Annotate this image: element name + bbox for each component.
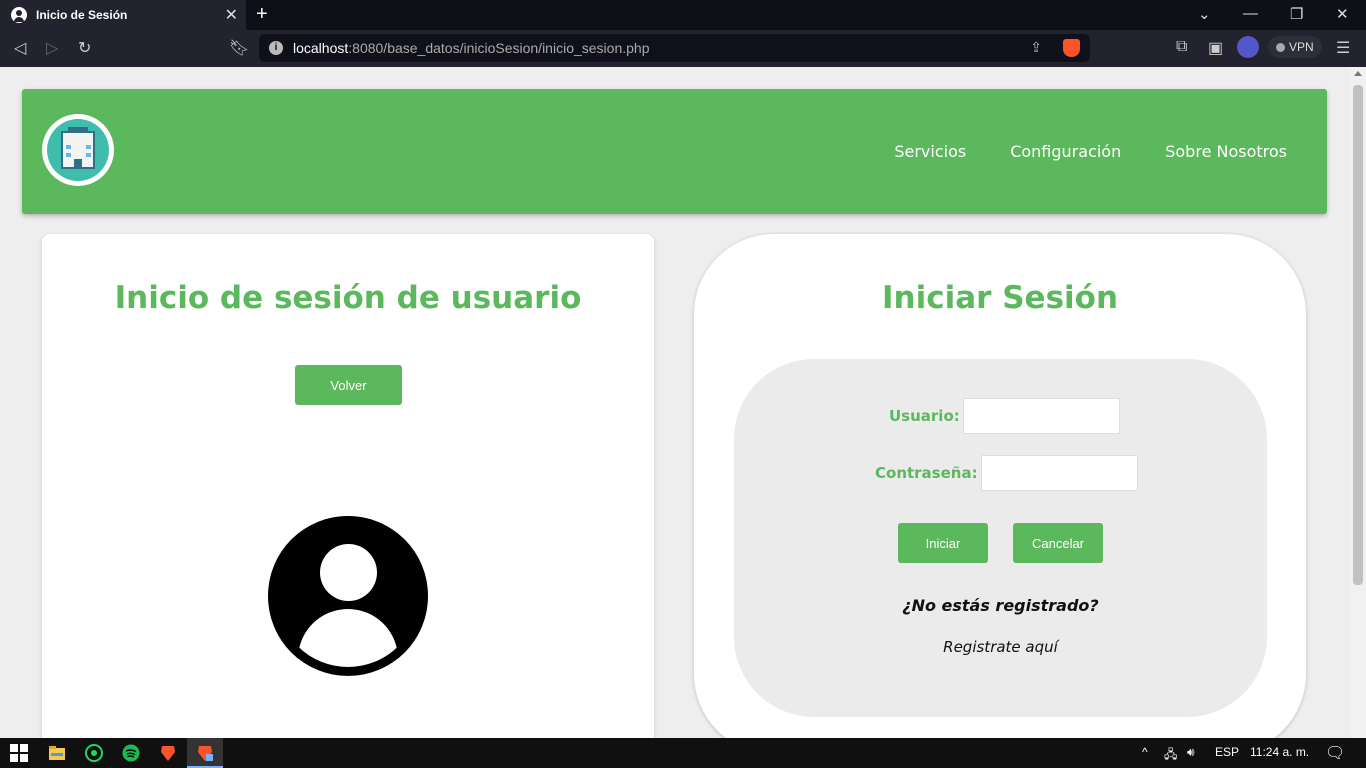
browser-toolbar: ◁ ▷ ↻ 🔖︎ i localhost:8080/base_datos/ini… [0, 30, 1366, 67]
bookmark-icon[interactable]: 🔖︎ [229, 38, 249, 58]
login-button[interactable]: Iniciar [898, 523, 988, 563]
page-viewport: Servicios Configuración Sobre Nosotros I… [0, 67, 1366, 738]
windows-start-icon[interactable] [10, 744, 28, 762]
user-login-card: Inicio de sesión de usuario Volver [42, 234, 654, 738]
login-form: Usuario: Contraseña: Iniciar Cancelar ¿N… [734, 359, 1267, 717]
nav-configuracion[interactable]: Configuración [1010, 142, 1121, 161]
main-nav: Servicios Configuración Sobre Nosotros [894, 89, 1287, 214]
not-registered-text: ¿No estás registrado? [902, 596, 1099, 615]
extensions-icon[interactable]: ⧉ [1176, 38, 1187, 56]
password-input[interactable] [980, 455, 1138, 491]
brave-dev-icon[interactable] [196, 744, 214, 762]
login-card: Iniciar Sesión Usuario: Contraseña: Inic… [694, 234, 1306, 738]
user-avatar-icon [268, 516, 428, 676]
tray-chevron-icon[interactable]: ^ [1142, 745, 1148, 759]
vpn-status-icon [1276, 42, 1285, 52]
browser-tab-strip: Inicio de Sesión ✕ + ⌄ — ❐ ✕ [0, 0, 1366, 30]
scroll-up-icon[interactable] [1354, 71, 1362, 76]
file-explorer-icon[interactable] [48, 744, 66, 762]
clock[interactable]: 11:24 a. m. [1250, 745, 1309, 759]
vpn-label: VPN [1289, 40, 1314, 54]
register-link[interactable]: Registrate aquí [734, 638, 1267, 656]
browser-tab[interactable]: Inicio de Sesión ✕ [0, 0, 246, 30]
whatsapp-icon[interactable] [85, 744, 103, 762]
site-info-icon[interactable]: i [269, 41, 283, 55]
spotify-icon[interactable] [122, 744, 140, 762]
brave-taskbar-icon[interactable] [159, 744, 177, 762]
new-tab-button[interactable]: + [256, 3, 268, 26]
volume-icon[interactable]: 🔊︎ [1187, 745, 1195, 760]
share-icon[interactable]: ⇪ [1030, 39, 1042, 56]
password-label: Contraseña: [875, 464, 978, 482]
forward-icon[interactable]: ▷ [46, 38, 58, 58]
menu-icon[interactable]: ☰ [1336, 38, 1350, 58]
address-bar[interactable]: i localhost:8080/base_datos/inicioSesion… [259, 34, 1090, 62]
nav-servicios[interactable]: Servicios [894, 142, 966, 161]
password-row: Contraseña: [875, 455, 1138, 491]
sidebar-icon[interactable]: ▣ [1208, 38, 1223, 58]
back-button[interactable]: Volver [295, 365, 402, 405]
cancel-button[interactable]: Cancelar [1013, 523, 1103, 563]
page-scrollbar[interactable] [1350, 67, 1366, 738]
restore-button[interactable]: ❐ [1290, 5, 1303, 23]
notifications-icon[interactable]: 🗨︎ [1325, 743, 1345, 763]
username-row: Usuario: [889, 398, 1120, 434]
brave-shields-icon[interactable] [1063, 39, 1080, 57]
username-label: Usuario: [889, 407, 960, 425]
scrollbar-thumb[interactable] [1353, 85, 1363, 585]
tab-close-icon[interactable]: ✕ [225, 5, 238, 25]
login-title: Iniciar Sesión [881, 280, 1119, 316]
hospital-logo-icon[interactable] [42, 114, 114, 186]
url-path: :8080/base_datos/inicioSesion/inicio_ses… [348, 40, 650, 56]
site-header: Servicios Configuración Sobre Nosotros [22, 89, 1327, 214]
username-input[interactable] [962, 398, 1120, 434]
windows-taskbar: ^ 🖧︎ 🔊︎ ESP 11:24 a. m. 🗨︎ [0, 738, 1366, 768]
url-host: localhost [293, 40, 349, 56]
close-window-button[interactable]: ✕ [1336, 5, 1349, 23]
user-login-title: Inicio de sesión de usuario [114, 280, 582, 316]
vpn-button[interactable]: VPN [1268, 36, 1322, 58]
nav-sobre-nosotros[interactable]: Sobre Nosotros [1165, 142, 1287, 161]
brave-dev-taskbar-active[interactable] [187, 738, 223, 768]
reload-icon[interactable]: ↻ [78, 38, 91, 58]
user-favicon-icon [11, 7, 27, 23]
tab-title: Inicio de Sesión [36, 8, 128, 22]
network-icon[interactable]: 🖧︎ [1164, 745, 1177, 766]
minimize-button[interactable]: — [1243, 5, 1258, 22]
profile-globe-icon[interactable] [1237, 36, 1259, 58]
language-indicator[interactable]: ESP [1215, 745, 1239, 759]
back-icon[interactable]: ◁ [14, 38, 26, 58]
tab-search-chevron-icon[interactable]: ⌄ [1198, 5, 1211, 23]
